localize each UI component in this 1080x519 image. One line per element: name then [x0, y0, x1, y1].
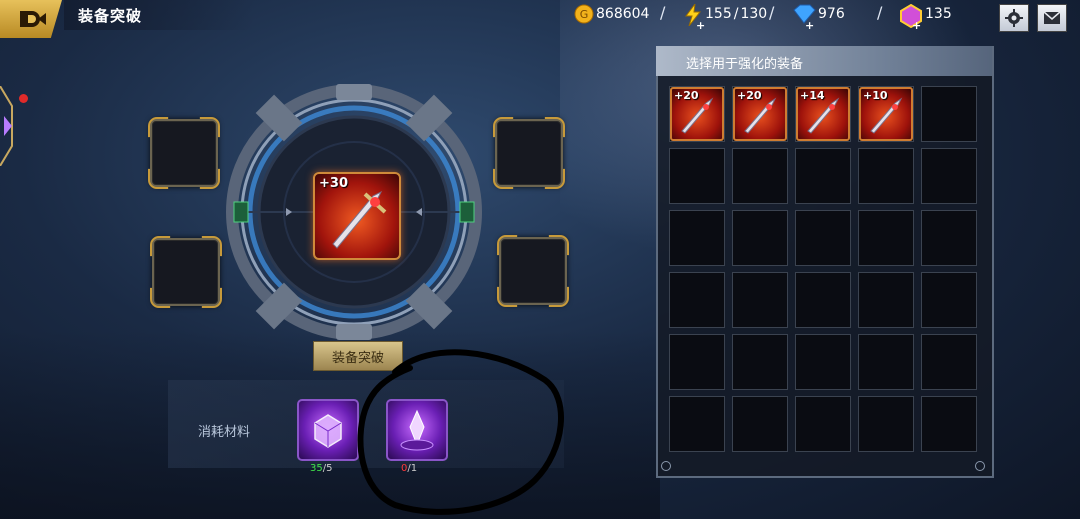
inventory-item[interactable]: +20: [670, 87, 724, 141]
inventory-cell[interactable]: [669, 210, 725, 266]
item-level: +20: [737, 89, 762, 102]
inventory-cell[interactable]: [795, 210, 851, 266]
separator: /: [769, 3, 775, 22]
corner-rivet: [661, 461, 671, 471]
cube-material-count: 35/5: [310, 463, 332, 474]
inventory-cell[interactable]: [858, 396, 914, 452]
gear-icon: [1005, 9, 1023, 27]
energy-separator: /: [733, 6, 739, 22]
inventory-cell[interactable]: [732, 272, 788, 328]
material-slot-top-right[interactable]: [495, 119, 563, 187]
back-button[interactable]: [0, 0, 62, 38]
inventory-cell[interactable]: [732, 334, 788, 390]
gem-icon: +: [899, 3, 923, 32]
diamond-value: 976: [818, 6, 845, 22]
gold-value: 868604: [596, 6, 650, 22]
gem-value: 135: [925, 6, 952, 22]
inventory-cell[interactable]: [732, 148, 788, 204]
item-level: +20: [674, 89, 699, 102]
cube-material-item[interactable]: [297, 399, 359, 461]
diamond-counter[interactable]: + 976: [792, 2, 845, 32]
inventory-cell[interactable]: [921, 334, 977, 390]
inventory-cell[interactable]: [669, 334, 725, 390]
inventory-cell[interactable]: [858, 148, 914, 204]
energy-counter[interactable]: + 155 / 130: [683, 2, 768, 32]
gem-counter[interactable]: + 135: [899, 2, 952, 32]
material-slot-bottom-right[interactable]: [499, 237, 567, 305]
inventory-cell[interactable]: [669, 148, 725, 204]
panel-title: 选择用于强化的装备: [686, 57, 804, 72]
inventory-cell[interactable]: [669, 396, 725, 452]
materials-label: 消耗材料: [198, 425, 251, 440]
inventory-cell[interactable]: [732, 210, 788, 266]
back-arrow-icon: [20, 11, 46, 27]
target-equipment[interactable]: +30: [313, 172, 401, 260]
inventory-cell[interactable]: [795, 272, 851, 328]
inventory-cell[interactable]: [795, 334, 851, 390]
inventory-cell[interactable]: [669, 272, 725, 328]
item-level: +10: [863, 89, 888, 102]
gold-counter: G 868604: [574, 2, 649, 26]
breakthrough-button[interactable]: 装备突破: [313, 341, 403, 371]
crystal-icon: [400, 409, 434, 451]
inventory-cell[interactable]: [921, 396, 977, 452]
inventory-cell[interactable]: [858, 334, 914, 390]
material-slot-bottom-left[interactable]: [152, 238, 220, 306]
mail-button[interactable]: [1037, 4, 1067, 32]
inventory-item[interactable]: +10: [859, 87, 913, 141]
panel-header: 选择用于强化的装备: [656, 46, 992, 76]
gold-coin-icon: G: [574, 4, 594, 24]
inventory-cell[interactable]: [858, 210, 914, 266]
energy-value: 155: [705, 6, 732, 22]
need-count: 5: [326, 463, 333, 474]
settings-button[interactable]: [999, 4, 1029, 32]
inventory-cell[interactable]: [795, 148, 851, 204]
crystal-material-count: 0/1: [401, 463, 417, 474]
inventory-cell[interactable]: [921, 210, 977, 266]
svg-text:G: G: [580, 8, 589, 21]
title-bar: 装备突破: [64, 0, 254, 30]
inventory-item[interactable]: +14: [796, 87, 850, 141]
have-count: 35: [310, 463, 323, 474]
separator: /: [660, 3, 666, 22]
notification-dot: [19, 94, 28, 103]
inventory-cell[interactable]: [732, 396, 788, 452]
crystal-material-item[interactable]: [386, 399, 448, 461]
page-title: 装备突破: [78, 7, 143, 25]
separator: /: [877, 3, 883, 22]
inventory-cell[interactable]: [921, 86, 977, 142]
corner-rivet: [975, 461, 985, 471]
cube-icon: [314, 414, 342, 448]
lightning-icon: +: [683, 2, 705, 32]
mail-icon: [1043, 11, 1061, 24]
inventory-cell[interactable]: [795, 396, 851, 452]
item-level: +30: [319, 176, 348, 191]
diamond-icon: +: [792, 4, 816, 32]
inventory-cell[interactable]: [858, 272, 914, 328]
inventory-cell[interactable]: [921, 272, 977, 328]
material-slot-top-left[interactable]: [150, 119, 218, 187]
need-count: 1: [410, 463, 418, 474]
inventory-cell[interactable]: [921, 148, 977, 204]
inventory-item[interactable]: +20: [733, 87, 787, 141]
item-level: +14: [800, 89, 825, 102]
energy-max: 130: [740, 6, 768, 22]
